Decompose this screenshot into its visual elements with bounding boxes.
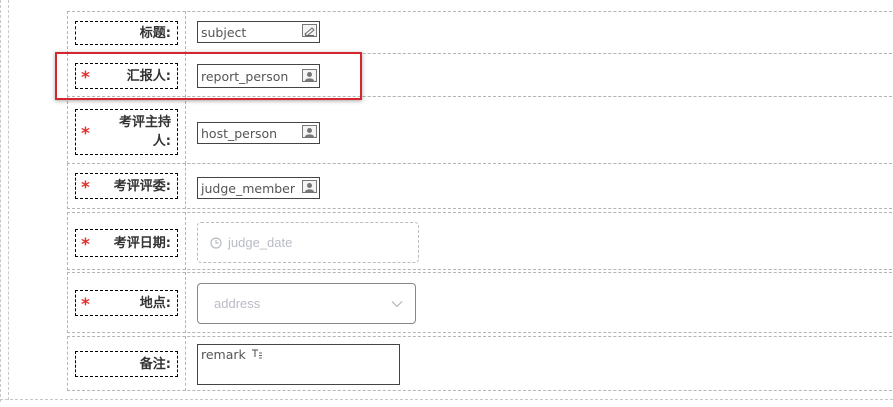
subject-input[interactable]: subject [197,21,320,43]
form-row-remark: 备注: remark [67,336,893,391]
field-label: * 考评评委: [75,173,178,199]
form-row-subject: 标题: subject [67,11,893,54]
label-text: 地点: [139,295,171,311]
field-value: remark [201,347,246,362]
remark-textarea[interactable]: remark [197,344,400,385]
required-mark: * [81,295,90,315]
label-text: 考评主持人: [118,115,171,149]
form-row-host-person: * 考评主持人: host_person [67,96,893,164]
required-mark: * [81,235,90,255]
field-label: * 考评日期: [75,229,178,257]
label-text: 标题: [139,25,171,41]
field-label: 标题: [75,21,178,45]
row-divider [185,96,186,164]
form-bottom-border [0,399,893,400]
form-row-judge-date: * 考评日期: judge_date [67,212,893,270]
field-label: 备注: [75,351,178,377]
form-row-judge-member: * 考评评委: judge_member [67,163,893,209]
field-label: * 考评主持人: [75,109,178,155]
row-divider [185,163,186,209]
judge-member-input[interactable]: judge_member [197,177,320,199]
clock-icon [210,236,222,249]
user-icon[interactable] [302,125,317,138]
required-mark: * [81,124,90,144]
highlight-box [55,52,362,100]
text-icon[interactable] [250,347,263,362]
field-label: * 地点: [75,290,178,316]
field-value: subject [201,24,247,40]
form-inner-border [8,0,9,400]
row-divider [185,212,186,270]
chevron-down-icon[interactable] [391,300,403,308]
form-row-address: * 地点: address [67,272,893,333]
row-divider [185,336,186,391]
row-divider [185,11,186,54]
edit-icon[interactable] [302,24,317,37]
label-text: 考评日期: [113,235,171,251]
judge-date-picker[interactable]: judge_date [197,222,419,263]
field-value: host_person [201,125,278,141]
date-placeholder: judge_date [228,235,293,250]
label-text: 备注: [139,356,171,372]
address-select[interactable]: address [197,283,416,324]
host-person-input[interactable]: host_person [197,122,320,144]
select-placeholder: address [214,296,261,311]
required-mark: * [81,178,90,198]
label-text: 考评评委: [113,178,171,194]
field-value: judge_member [201,180,296,196]
row-divider [185,272,186,333]
user-icon[interactable] [302,180,317,193]
